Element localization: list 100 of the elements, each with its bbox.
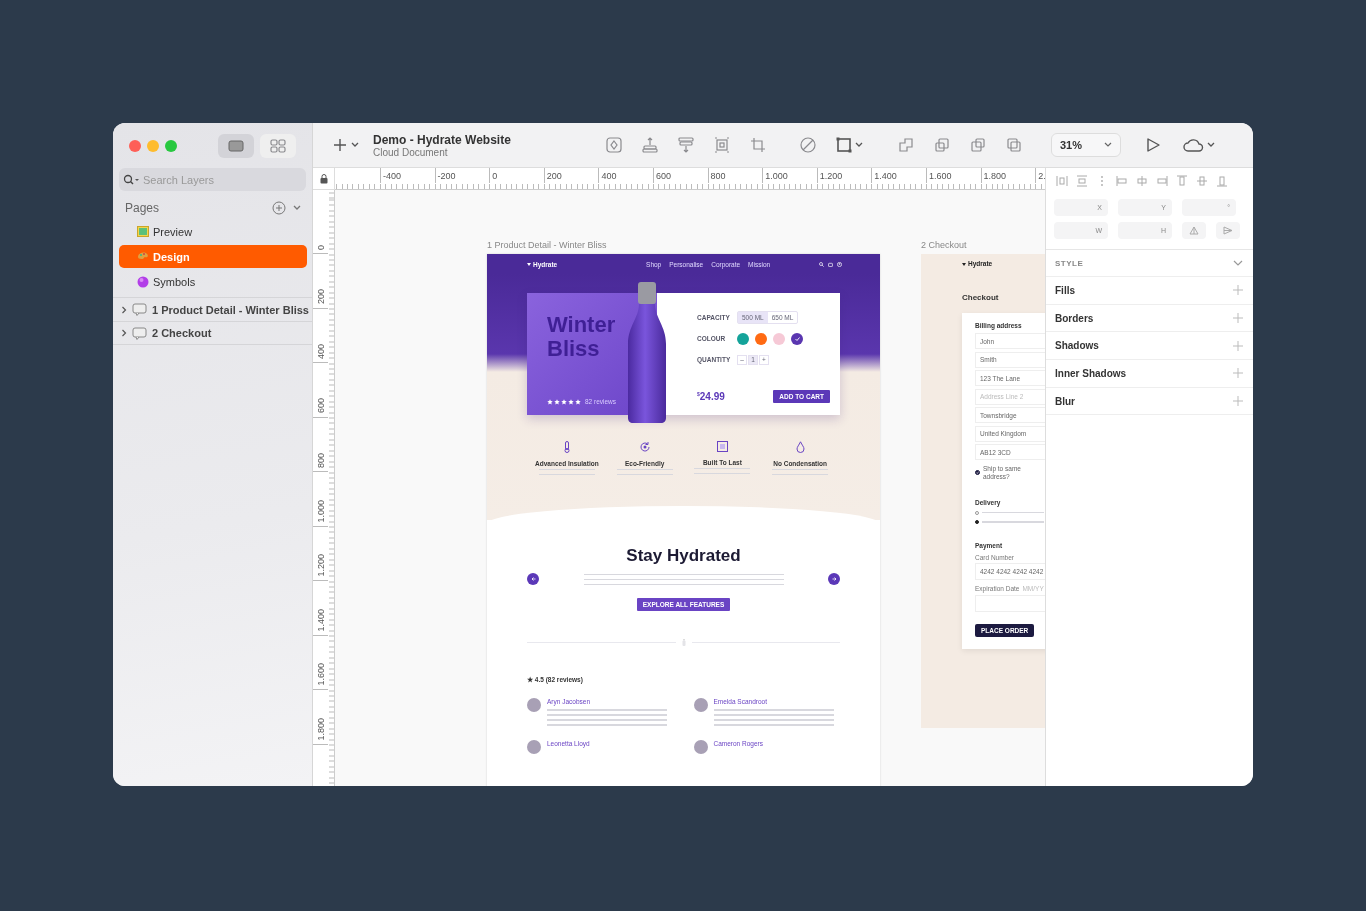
drop-icon bbox=[795, 441, 805, 453]
caret-icon bbox=[1104, 142, 1112, 148]
section-label: STYLE bbox=[1055, 258, 1084, 268]
grid-view-button[interactable] bbox=[260, 133, 296, 158]
window-control[interactable] bbox=[129, 139, 141, 152]
align-right-icon[interactable] bbox=[1156, 174, 1168, 187]
plus-icon bbox=[333, 138, 347, 152]
window-icon bbox=[228, 139, 244, 152]
page-item[interactable]: Symbols bbox=[119, 270, 307, 293]
window-control[interactable] bbox=[147, 139, 159, 152]
add-icon[interactable] bbox=[1233, 285, 1243, 296]
align-bottom-icon[interactable] bbox=[1216, 174, 1228, 187]
colour-swatch[interactable] bbox=[791, 332, 803, 345]
chevron-icon[interactable] bbox=[292, 204, 302, 212]
insert-button[interactable] bbox=[333, 138, 359, 152]
page-heading: Checkout bbox=[962, 293, 1000, 302]
artboard[interactable] bbox=[487, 254, 880, 786]
gem-icon bbox=[527, 262, 531, 266]
caret-icon[interactable] bbox=[855, 142, 863, 148]
add-icon[interactable] bbox=[1233, 313, 1243, 324]
artboard-label[interactable]: 2 Checkout bbox=[921, 240, 967, 250]
radio-button[interactable] bbox=[975, 519, 979, 524]
square-icon bbox=[716, 441, 728, 452]
circle-slash-icon[interactable] bbox=[799, 136, 817, 154]
avatar bbox=[693, 698, 708, 712]
align-top-icon[interactable] bbox=[1176, 174, 1188, 187]
avatar bbox=[527, 698, 541, 712]
align-middle-icon[interactable] bbox=[1196, 174, 1208, 187]
play-icon[interactable] bbox=[1145, 137, 1161, 153]
search-field[interactable]: Search Layers bbox=[119, 168, 306, 191]
next-button[interactable] bbox=[828, 572, 840, 585]
avatar bbox=[527, 740, 541, 754]
disclosure-icon[interactable] bbox=[121, 329, 127, 337]
triangle-icon bbox=[1189, 226, 1199, 235]
intersect-icon[interactable] bbox=[969, 136, 987, 154]
caret-icon[interactable] bbox=[1207, 142, 1215, 148]
document-subtitle: Cloud Document bbox=[373, 146, 448, 158]
check-icon bbox=[976, 471, 979, 475]
section-label: Pages bbox=[125, 201, 160, 215]
add-icon[interactable] bbox=[272, 201, 286, 215]
stack-icon[interactable] bbox=[641, 136, 659, 154]
flip-vertical-button[interactable] bbox=[1216, 222, 1240, 239]
align-center-icon[interactable] bbox=[1136, 174, 1148, 187]
text-placeholder bbox=[982, 520, 1044, 523]
layer-name: 2 Checkout bbox=[152, 327, 212, 339]
ruler-label: 200 bbox=[315, 289, 326, 305]
resize-box-icon[interactable] bbox=[835, 136, 853, 154]
search-icon[interactable] bbox=[819, 261, 824, 267]
user-icon[interactable] bbox=[837, 261, 842, 267]
style-section-label: Borders bbox=[1055, 312, 1094, 324]
grid-icon bbox=[270, 138, 286, 153]
radio-button[interactable] bbox=[975, 510, 979, 515]
ruler-label: 1.200 bbox=[315, 554, 326, 577]
style-section-label: Inner Shadows bbox=[1055, 367, 1127, 379]
union-icon[interactable] bbox=[897, 136, 915, 154]
ruler-label: 1.400 bbox=[315, 608, 326, 632]
previous-button[interactable] bbox=[527, 572, 539, 585]
add-icon[interactable] bbox=[1233, 396, 1243, 407]
artboard-icon bbox=[132, 326, 147, 340]
zoom-dropdown[interactable]: 31% bbox=[1051, 133, 1121, 157]
align-left-icon[interactable] bbox=[1116, 174, 1128, 187]
disclosure-icon[interactable] bbox=[121, 305, 127, 314]
add-icon[interactable] bbox=[1233, 368, 1243, 379]
bag-icon[interactable] bbox=[828, 261, 833, 267]
ruler-label: 400 bbox=[315, 343, 326, 359]
check-icon bbox=[794, 336, 800, 341]
cloud-icon[interactable] bbox=[1183, 138, 1205, 152]
style-section-label: Fills bbox=[1055, 284, 1075, 296]
artboard-label[interactable]: 1 Product Detail - Winter Bliss bbox=[487, 240, 607, 250]
flip-horizontal-button[interactable] bbox=[1182, 222, 1206, 239]
checkbox[interactable] bbox=[975, 470, 980, 476]
colour-swatch[interactable] bbox=[773, 332, 785, 345]
style-section-label: Shadows bbox=[1055, 340, 1099, 352]
artboard-icon bbox=[132, 303, 147, 316]
subtract-icon[interactable] bbox=[933, 136, 951, 154]
flip-icon bbox=[1223, 226, 1233, 235]
ruler-label: 1.600 bbox=[315, 663, 326, 686]
difference-icon[interactable] bbox=[1005, 136, 1023, 154]
caret-icon bbox=[351, 142, 359, 148]
ruler-label: 0 bbox=[315, 245, 326, 250]
search-icon bbox=[123, 174, 139, 186]
avatar bbox=[693, 740, 708, 754]
crop-icon[interactable] bbox=[749, 136, 767, 154]
arrow-right-icon bbox=[831, 576, 837, 581]
chevron-icon[interactable] bbox=[1233, 259, 1243, 267]
colour-swatch[interactable] bbox=[755, 332, 767, 345]
distribute-vertical-icon[interactable] bbox=[1076, 174, 1088, 187]
layer-row[interactable]: 1 Product Detail - Winter Bliss bbox=[113, 297, 312, 321]
window-control[interactable] bbox=[165, 139, 177, 152]
add-icon[interactable] bbox=[1233, 340, 1243, 351]
page-item[interactable]: Preview bbox=[119, 220, 307, 243]
layers-down-icon[interactable] bbox=[677, 136, 695, 154]
layer-row[interactable]: 2 Checkout bbox=[113, 321, 312, 345]
bottle-icon bbox=[681, 639, 686, 646]
recycle-icon bbox=[638, 441, 651, 453]
canvas-view-button[interactable] bbox=[218, 133, 254, 158]
lock-icon[interactable] bbox=[319, 173, 328, 184]
colour-swatch[interactable] bbox=[737, 332, 749, 345]
frame-icon[interactable] bbox=[713, 136, 731, 154]
distribute-horizontal-icon[interactable] bbox=[1056, 174, 1068, 187]
